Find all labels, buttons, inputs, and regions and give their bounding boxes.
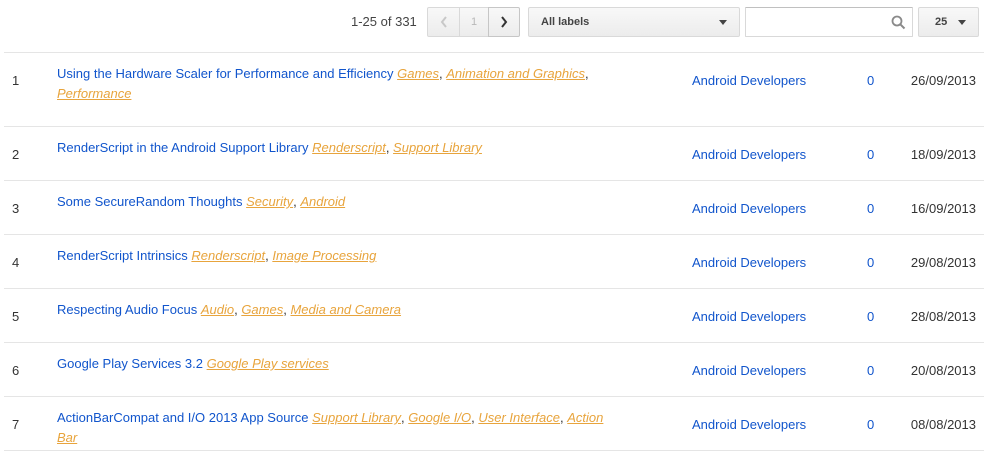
post-row: 2 RenderScript in the Android Support Lib… — [4, 127, 984, 181]
post-title-cell: RenderScript in the Android Support Libr… — [57, 140, 482, 155]
post-comment-count[interactable]: 0 — [867, 255, 874, 270]
post-row: 5 Respecting Audio Focus Audio, Games, Me… — [4, 289, 984, 343]
post-author-link[interactable]: Android Developers — [692, 363, 806, 378]
post-title-link[interactable]: Using the Hardware Scaler for Performanc… — [57, 66, 393, 81]
post-date: 08/08/2013 — [910, 417, 976, 432]
post-label-link[interactable]: Google Play services — [207, 356, 329, 371]
post-number: 1 — [12, 73, 20, 88]
post-label-link[interactable]: Support Library — [393, 140, 482, 155]
post-row: 1 Using the Hardware Scaler for Performan… — [4, 53, 984, 127]
post-title-cell: Some SecureRandom Thoughts Security, And… — [57, 194, 346, 209]
post-title-link[interactable]: Respecting Audio Focus — [57, 302, 197, 317]
post-row: 4 RenderScript Intrinsics Renderscript, I… — [4, 235, 984, 289]
labels-filter-dropdown[interactable]: All labels — [528, 7, 740, 37]
post-comment-count[interactable]: 0 — [867, 73, 874, 88]
post-label-link[interactable]: Google I/O — [408, 410, 471, 425]
post-label-link[interactable]: Games — [241, 302, 283, 317]
post-label-link[interactable]: Media and Camera — [290, 302, 401, 317]
caret-down-icon — [958, 20, 966, 25]
post-row: 3 Some SecureRandom Thoughts Security, An… — [4, 181, 984, 235]
post-label-link[interactable]: Games — [397, 66, 439, 81]
post-title-link[interactable]: Google Play Services 3.2 — [57, 356, 203, 371]
post-date: 16/09/2013 — [910, 201, 976, 216]
post-author-link[interactable]: Android Developers — [692, 417, 806, 432]
post-author-link[interactable]: Android Developers — [692, 201, 806, 216]
post-label-link[interactable]: Support Library — [312, 410, 401, 425]
post-date: 20/08/2013 — [910, 363, 976, 378]
post-label-link[interactable]: Performance — [57, 86, 131, 101]
post-number: 4 — [12, 255, 20, 270]
post-title-link[interactable]: Some SecureRandom Thoughts — [57, 194, 242, 209]
post-label-link[interactable]: Security — [246, 194, 293, 209]
post-number: 7 — [12, 417, 20, 432]
search-input[interactable] — [746, 8, 886, 36]
search-icon[interactable] — [891, 15, 906, 30]
search-box[interactable] — [745, 7, 913, 37]
toolbar: 1-25 of 331 1 All labels 25 — [0, 0, 994, 44]
chevron-right-icon — [501, 16, 508, 28]
post-label-link[interactable]: Animation and Graphics — [446, 66, 585, 81]
post-title-link[interactable]: ActionBarCompat and I/O 2013 App Source — [57, 410, 309, 425]
post-list: 1 Using the Hardware Scaler for Performan… — [4, 52, 984, 451]
post-label-link[interactable]: Audio — [201, 302, 234, 317]
post-date: 26/09/2013 — [910, 73, 976, 88]
pagination-range: 1-25 of 331 — [351, 14, 417, 29]
previous-page-button[interactable] — [427, 7, 460, 37]
post-number: 6 — [12, 363, 20, 378]
current-page-indicator: 1 — [459, 7, 489, 37]
post-title-link[interactable]: RenderScript Intrinsics — [57, 248, 188, 263]
post-label-link[interactable]: Renderscript — [191, 248, 265, 263]
post-comment-count[interactable]: 0 — [867, 201, 874, 216]
posts-per-page-dropdown[interactable]: 25 — [918, 7, 979, 37]
post-comment-count[interactable]: 0 — [867, 417, 874, 432]
post-comment-count[interactable]: 0 — [867, 309, 874, 324]
post-label-link[interactable]: Image Processing — [272, 248, 376, 263]
post-date: 18/09/2013 — [910, 147, 976, 162]
post-row: 6 Google Play Services 3.2 Google Play se… — [4, 343, 984, 397]
post-number: 3 — [12, 201, 20, 216]
post-title-cell: Google Play Services 3.2 Google Play ser… — [57, 354, 617, 374]
post-title-cell: ActionBarCompat and I/O 2013 App Source … — [57, 410, 604, 445]
post-label-link[interactable]: Android — [300, 194, 345, 209]
post-comment-count[interactable]: 0 — [867, 363, 874, 378]
post-comment-count[interactable]: 0 — [867, 147, 874, 162]
labels-filter-value: All labels — [541, 16, 590, 28]
post-author-link[interactable]: Android Developers — [692, 255, 806, 270]
caret-down-icon — [719, 20, 727, 25]
post-label-link[interactable]: User Interface — [478, 410, 560, 425]
post-title-link[interactable]: RenderScript in the Android Support Libr… — [57, 140, 308, 155]
post-date: 29/08/2013 — [910, 255, 976, 270]
post-author-link[interactable]: Android Developers — [692, 73, 806, 88]
next-page-button[interactable] — [488, 7, 520, 37]
pagination-controls: 1 — [427, 7, 520, 37]
post-row: 7 ActionBarCompat and I/O 2013 App Source… — [4, 397, 984, 451]
posts-per-page-value: 25 — [935, 16, 948, 28]
chevron-left-icon — [440, 16, 447, 28]
post-title-cell: Using the Hardware Scaler for Performanc… — [57, 66, 589, 101]
post-date: 28/08/2013 — [910, 309, 976, 324]
post-title-cell: Respecting Audio Focus Audio, Games, Med… — [57, 302, 402, 317]
post-title-cell: RenderScript Intrinsics Renderscript, Im… — [57, 248, 377, 263]
post-author-link[interactable]: Android Developers — [692, 309, 806, 324]
post-author-link[interactable]: Android Developers — [692, 147, 806, 162]
post-number: 5 — [12, 309, 20, 324]
post-label-link[interactable]: Renderscript — [312, 140, 386, 155]
post-number: 2 — [12, 147, 20, 162]
